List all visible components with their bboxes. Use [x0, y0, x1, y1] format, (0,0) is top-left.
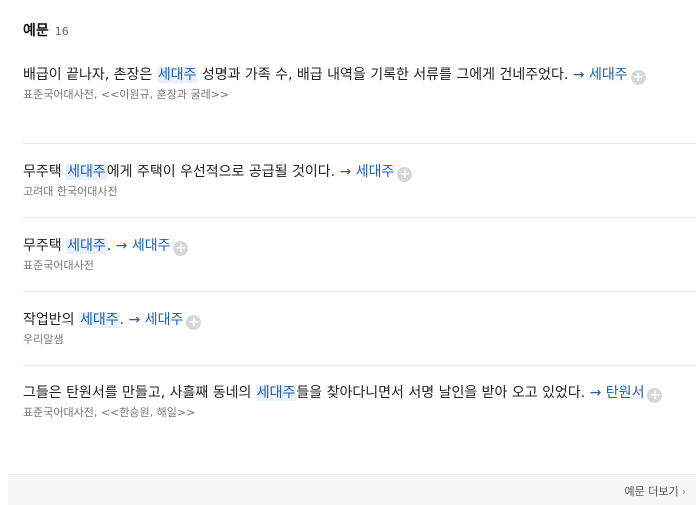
headword-highlight: 세대주	[255, 385, 297, 401]
example-sentence: 그들은 탄원서를 만들고, 사흘째 동네의 세대주들을 찾아다니면서 서명 날인…	[23, 382, 676, 404]
example-item: 그들은 탄원서를 만들고, 사흘째 동네의 세대주들을 찾아다니면서 서명 날인…	[23, 366, 696, 466]
example-sentence: 무주택 세대주에게 주택이 우선적으로 공급될 것이다. → 세대주 +	[23, 161, 676, 183]
add-icon[interactable]: +	[186, 315, 202, 330]
headword-highlight: 세대주	[66, 238, 107, 254]
example-count: 16	[54, 25, 69, 38]
example-list: 배급이 끝나자, 촌장은 세대주 성명과 가족 수, 배급 내역을 기록한 서류…	[23, 54, 696, 466]
sentence-text: 성명과 가족 수, 배급 내역을 기록한 서류를 그에게 건네주었다.	[197, 67, 573, 83]
headword-link[interactable]: → 세대주	[129, 312, 184, 328]
more-examples-label: 예문 더보기	[624, 485, 679, 498]
add-icon[interactable]: +	[647, 388, 663, 403]
example-source: 우리말샘	[23, 333, 64, 346]
section-title: 예문	[23, 23, 49, 39]
example-sentence: 무주택 세대주. → 세대주 +	[23, 235, 676, 257]
headword-link[interactable]: → 세대주	[340, 164, 395, 180]
example-source: 표준국어대사전, <<이원규, 훈장과 굴레>>	[23, 88, 230, 101]
sentence-text: 에게 주택이 우선적으로 공급될 것이다.	[106, 164, 340, 180]
headword-highlight: 세대주	[66, 164, 107, 180]
example-source: 표준국어대사전, <<한승원, 해일>>	[23, 406, 196, 419]
headword-link[interactable]: → 탄원서	[590, 385, 645, 401]
headword-highlight: 세대주	[156, 67, 198, 83]
example-item: 작업반의 세대주. → 세대주 + 우리말샘	[23, 292, 696, 366]
more-examples-button[interactable]: 예문 더보기 ›	[624, 483, 686, 499]
examples-footer: 예문 더보기 ›	[8, 474, 696, 505]
sentence-text: 배급이 끝나자, 촌장은	[23, 67, 157, 83]
sentence-text: 무주택	[23, 164, 67, 180]
sentence-text: 작업반의	[23, 312, 79, 328]
example-sentence: 배급이 끝나자, 촌장은 세대주 성명과 가족 수, 배급 내역을 기록한 서류…	[23, 64, 676, 86]
sentence-text: 들을 찾아다니면서 서명 날인을 받아 오고 있었다.	[296, 385, 590, 401]
add-icon[interactable]: +	[397, 167, 413, 182]
example-item: 무주택 세대주. → 세대주 + 표준국어대사전	[23, 218, 696, 292]
example-sentence: 작업반의 세대주. → 세대주 +	[23, 309, 676, 331]
headword-highlight: 세대주	[78, 312, 120, 328]
example-source: 표준국어대사전	[23, 259, 94, 272]
headword-link[interactable]: → 세대주	[116, 238, 171, 254]
add-icon[interactable]: +	[630, 70, 646, 85]
example-item: 무주택 세대주에게 주택이 우선적으로 공급될 것이다. → 세대주 + 고려대 …	[23, 144, 696, 218]
add-icon[interactable]: +	[173, 241, 189, 256]
headword-link[interactable]: → 세대주	[573, 67, 628, 83]
example-item: 배급이 끝나자, 촌장은 세대주 성명과 가족 수, 배급 내역을 기록한 서류…	[23, 54, 696, 144]
sentence-text: .	[119, 312, 129, 328]
example-source: 고려대 한국어대사전	[23, 185, 118, 198]
examples-header: 예문 16	[23, 20, 69, 40]
chevron-right-icon: ›	[681, 485, 686, 498]
sentence-text: 무주택	[23, 238, 67, 254]
sentence-text: .	[106, 238, 116, 254]
sentence-text: 그들은 탄원서를 만들고, 사흘째 동네의	[23, 385, 256, 401]
